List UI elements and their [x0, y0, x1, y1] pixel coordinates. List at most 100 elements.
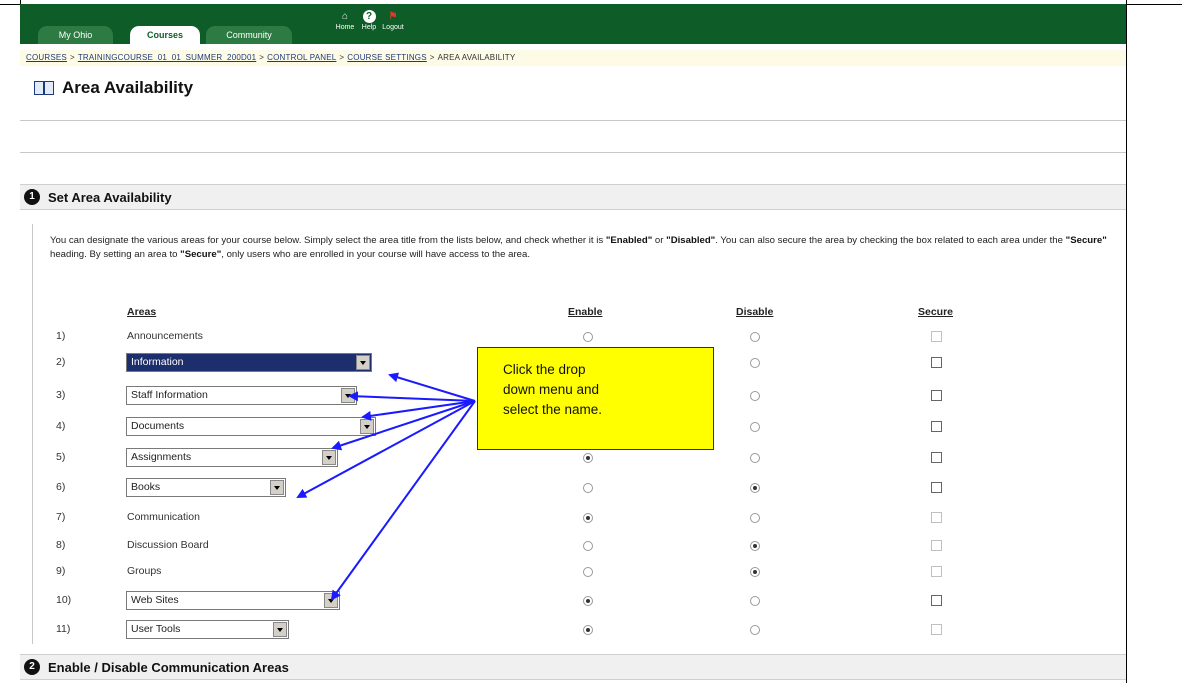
book-icon	[34, 80, 56, 96]
help-icon: ?	[362, 10, 376, 23]
column-header-areas: Areas	[127, 306, 157, 318]
section-set-area-availability-header: 1 Set Area Availability	[20, 184, 1126, 210]
disable-radio[interactable]	[750, 541, 760, 551]
table-row: 7) Communication	[20, 506, 1126, 532]
secure-checkbox[interactable]	[931, 357, 942, 368]
area-select-value: User Tools	[131, 623, 181, 635]
logout-button[interactable]: ⚑ Logout	[378, 10, 408, 31]
disable-radio[interactable]	[750, 567, 760, 577]
row-number: 6)	[56, 481, 66, 493]
disable-radio[interactable]	[750, 596, 760, 606]
disable-radio[interactable]	[750, 422, 760, 432]
help-label: Help	[361, 24, 377, 31]
tab-community[interactable]: Community	[206, 26, 292, 44]
secure-checkbox[interactable]	[931, 390, 942, 401]
description-text: heading. By setting an area to	[50, 249, 181, 260]
breadcrumb-control-panel[interactable]: CONTROL PANEL	[267, 53, 336, 62]
secure-checkbox[interactable]	[931, 452, 942, 463]
disable-radio[interactable]	[750, 625, 760, 635]
callout-line: Click the drop	[503, 362, 586, 377]
area-select[interactable]: Assignments	[126, 448, 338, 467]
area-select[interactable]: Web Sites	[126, 591, 340, 610]
secure-checkbox[interactable]	[931, 482, 942, 493]
chevron-down-icon[interactable]	[273, 622, 287, 637]
table-row: 9) Groups	[20, 560, 1126, 586]
area-select-value: Staff Information	[131, 389, 208, 401]
secure-checkbox[interactable]	[931, 624, 942, 635]
area-select[interactable]: Information	[126, 353, 372, 372]
disable-radio[interactable]	[750, 358, 760, 368]
row-number: 5)	[56, 451, 66, 463]
step-number-icon: 2	[24, 659, 40, 675]
table-row: 8) Discussion Board	[20, 534, 1126, 560]
enable-radio[interactable]	[583, 596, 593, 606]
description-secure: "Secure"	[1065, 235, 1107, 246]
row-number: 4)	[56, 420, 66, 432]
breadcrumb-separator: >	[259, 53, 265, 62]
table-row: 6) Books	[20, 476, 1126, 502]
column-header-secure: Secure	[918, 306, 954, 318]
description-text: , only users who are enrolled in your co…	[221, 249, 531, 260]
disable-radio[interactable]	[750, 391, 760, 401]
area-select[interactable]: Books	[126, 478, 286, 497]
row-number: 10)	[56, 594, 72, 606]
section-description: You can designate the various areas for …	[50, 234, 1126, 262]
chevron-down-icon[interactable]	[356, 355, 370, 370]
table-row: 11) User Tools	[20, 618, 1126, 644]
chevron-down-icon[interactable]	[322, 450, 336, 465]
row-number: 7)	[56, 511, 66, 523]
row-number: 11)	[56, 623, 71, 635]
home-label: Home	[335, 24, 355, 31]
secure-checkbox[interactable]	[931, 331, 942, 342]
breadcrumb-courses[interactable]: COURSES	[26, 53, 67, 62]
column-header-enable: Enable	[568, 306, 603, 318]
description-disabled: "Disabled"	[666, 235, 716, 246]
disable-radio[interactable]	[750, 453, 760, 463]
area-name: Groups	[127, 565, 162, 577]
top-nav-bar: My Ohio Courses Community ⌂ Home ? Help …	[20, 4, 1126, 44]
chevron-down-icon[interactable]	[360, 419, 374, 434]
row-number: 3)	[56, 389, 66, 401]
breadcrumb-course[interactable]: TRAININGCOURSE_01_01_SUMMER_200D01	[78, 53, 256, 62]
chevron-down-icon[interactable]	[341, 388, 355, 403]
area-select-value: Information	[131, 356, 184, 368]
tab-my-ohio[interactable]: My Ohio	[38, 26, 113, 44]
area-select-value: Web Sites	[131, 594, 179, 606]
disable-radio[interactable]	[750, 513, 760, 523]
enable-radio[interactable]	[583, 453, 593, 463]
breadcrumb-course-settings[interactable]: COURSE SETTINGS	[347, 53, 426, 62]
enable-radio[interactable]	[583, 483, 593, 493]
row-number: 1)	[56, 330, 66, 342]
area-select[interactable]: User Tools	[126, 620, 289, 639]
secure-checkbox[interactable]	[931, 512, 942, 523]
chevron-down-icon[interactable]	[324, 593, 338, 608]
secure-checkbox[interactable]	[931, 566, 942, 577]
enable-radio[interactable]	[583, 332, 593, 342]
enable-radio[interactable]	[583, 567, 593, 577]
breadcrumb-separator: >	[339, 53, 345, 62]
page-title: Area Availability	[62, 78, 194, 97]
secure-checkbox[interactable]	[931, 595, 942, 606]
callout-line: down menu and	[503, 382, 600, 397]
disable-radio[interactable]	[750, 332, 760, 342]
frame-right-line	[1126, 0, 1127, 683]
disable-radio[interactable]	[750, 483, 760, 493]
secure-checkbox[interactable]	[931, 421, 942, 432]
annotation-callout: Click the drop down menu and select the …	[477, 347, 714, 450]
column-header-disable: Disable	[736, 306, 774, 318]
breadcrumb-separator: >	[69, 53, 75, 62]
screenshot-region: My Ohio Courses Community ⌂ Home ? Help …	[20, 4, 1126, 683]
enable-radio[interactable]	[583, 625, 593, 635]
chevron-down-icon[interactable]	[270, 480, 284, 495]
enable-radio[interactable]	[583, 513, 593, 523]
area-name: Discussion Board	[127, 539, 209, 551]
row-number: 9)	[56, 565, 66, 577]
area-select[interactable]: Documents	[126, 417, 376, 436]
area-select[interactable]: Staff Information	[126, 386, 357, 405]
description-text: You can designate the various areas for …	[50, 235, 606, 246]
tab-courses[interactable]: Courses	[130, 26, 200, 44]
description-text: or	[652, 235, 667, 246]
secure-checkbox[interactable]	[931, 540, 942, 551]
enable-radio[interactable]	[583, 541, 593, 551]
description-secure: "Secure"	[180, 249, 222, 260]
